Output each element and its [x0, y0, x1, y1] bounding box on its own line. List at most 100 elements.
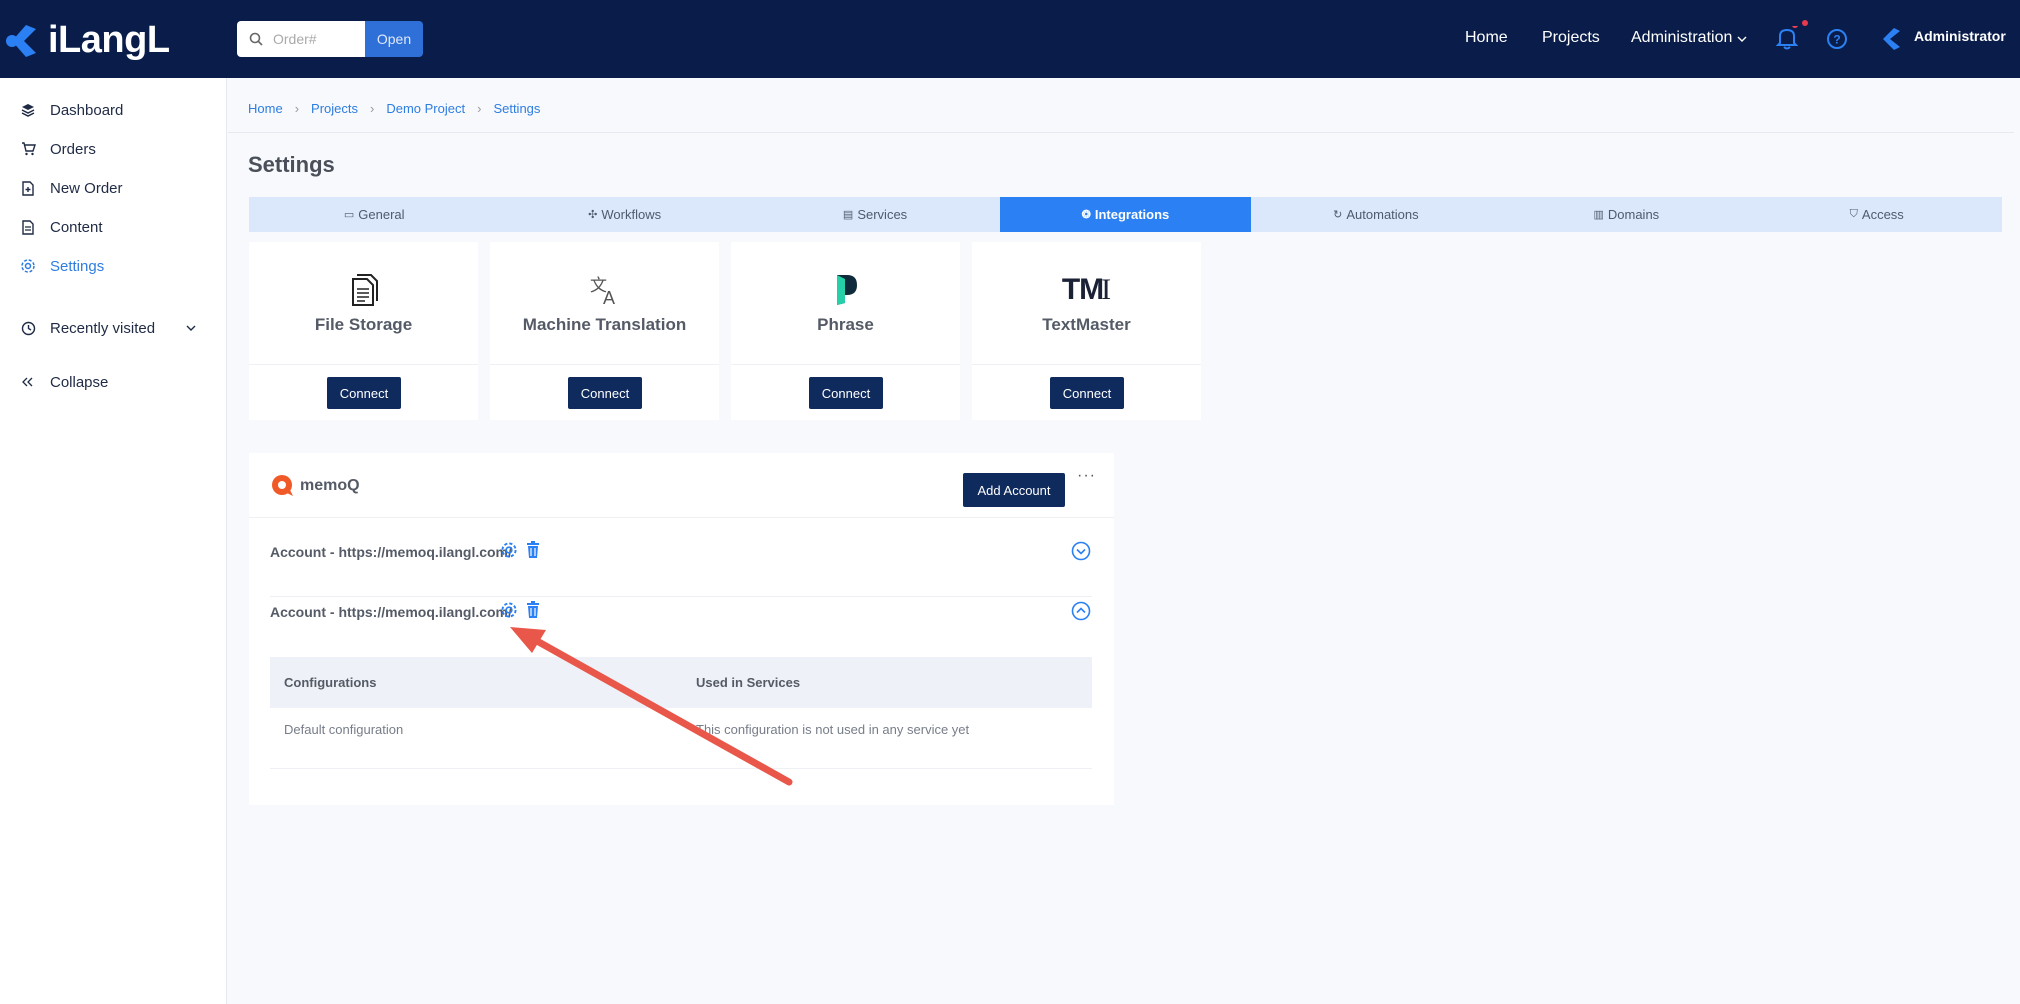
tab-label: Integrations	[1094, 207, 1170, 222]
tab-automations[interactable]: ↻ Automations	[1251, 197, 1501, 232]
tab-label: Domains	[1607, 207, 1660, 222]
workflow-icon: ✣	[588, 209, 598, 221]
building-icon: ▥	[1593, 209, 1604, 221]
translate-icon: 文A	[490, 272, 719, 308]
integration-card-file-storage: File Storage Connect	[249, 242, 478, 420]
nav-administration[interactable]: Administration	[1631, 29, 1732, 47]
tab-access[interactable]: ⛉ Access	[1752, 197, 2002, 232]
divider	[270, 768, 1092, 769]
nav-projects[interactable]: Projects	[1542, 29, 1600, 47]
order-search-input[interactable]	[273, 31, 353, 47]
connect-button[interactable]: Connect	[809, 377, 883, 409]
chevron-up-circle-icon[interactable]	[1071, 601, 1091, 621]
integration-name: TextMaster	[1042, 315, 1131, 334]
sidebar-item-dashboard[interactable]: Dashboard	[20, 98, 123, 122]
sidebar-collapse[interactable]: Collapse	[20, 370, 108, 394]
user-avatar-icon[interactable]	[1880, 24, 1904, 52]
divider	[228, 132, 2014, 133]
trash-icon[interactable]	[526, 601, 540, 619]
configuration-usage: This configuration is not used in any se…	[696, 722, 970, 737]
tab-label: Automations	[1346, 207, 1419, 222]
integration-name: Phrase	[817, 315, 874, 334]
configurations-table-header: Configurations Used in Services	[270, 657, 1092, 708]
breadcrumb-settings[interactable]: Settings	[493, 101, 540, 116]
tab-label: General	[358, 207, 405, 222]
search-icon	[249, 32, 263, 46]
breadcrumb-projects[interactable]: Projects	[311, 101, 358, 116]
memoq-integration-panel: memoQ Add Account ··· Account - https://…	[249, 453, 1114, 805]
connect-button[interactable]: Connect	[1050, 377, 1124, 409]
trash-icon[interactable]	[526, 541, 540, 559]
sidebar-item-label: Collapse	[50, 373, 109, 391]
sidebar-item-label: Dashboard	[50, 101, 124, 119]
history-icon	[20, 320, 36, 336]
file-plus-icon	[20, 180, 36, 196]
account-row[interactable]: Account - https://memoq.ilangl.com/	[270, 588, 1092, 648]
svg-text:?: ?	[1833, 33, 1840, 47]
connect-button[interactable]: Connect	[327, 377, 401, 409]
notifications-button[interactable]	[1775, 20, 1808, 55]
file-storage-icon	[249, 272, 478, 308]
tab-workflows[interactable]: ✣ Workflows	[499, 197, 749, 232]
order-search-box[interactable]	[237, 21, 365, 57]
breadcrumb-home[interactable]: Home	[248, 101, 283, 116]
sidebar-item-label: Content	[50, 218, 103, 236]
help-icon[interactable]: ?	[1826, 28, 1848, 50]
divider	[249, 364, 478, 365]
svg-text:A: A	[603, 288, 615, 306]
tab-services[interactable]: ▤ Services	[750, 197, 1000, 232]
tab-integrations[interactable]: ❂ Integrations	[1000, 197, 1251, 232]
sidebar-item-orders[interactable]: Orders	[20, 137, 96, 161]
double-chevron-left-icon	[20, 374, 36, 390]
page-title: Settings	[248, 152, 335, 177]
integration-name: Machine Translation	[522, 315, 687, 334]
textmaster-logo: TM	[1061, 273, 1104, 306]
brand-name: iLangL	[48, 18, 170, 61]
sidebar-item-content[interactable]: Content	[20, 215, 103, 239]
open-order-button[interactable]: Open	[365, 21, 423, 57]
tab-domains[interactable]: ▥ Domains	[1501, 197, 1751, 232]
user-name[interactable]: Administrator	[1914, 28, 2006, 44]
integration-card-textmaster: TM I TextMaster Connect	[972, 242, 1201, 420]
tab-label: Workflows	[601, 207, 662, 222]
settings-tabs: ▭ General ✣ Workflows ▤ Services ❂ Integrati…	[249, 197, 2002, 232]
sidebar-item-new-order[interactable]: New Order	[20, 176, 123, 200]
sidebar-item-label: Recently visited	[50, 319, 156, 337]
breadcrumb: Home › Projects › Demo Project › Setting…	[248, 101, 540, 116]
tab-general[interactable]: ▭ General	[249, 197, 499, 232]
puzzle-icon: ❂	[1081, 209, 1091, 221]
nav-home[interactable]: Home	[1465, 29, 1508, 47]
chevron-down-icon	[186, 325, 196, 331]
gear-icon[interactable]	[500, 601, 518, 619]
refresh-icon: ↻	[1333, 209, 1343, 221]
account-row[interactable]: Account - https://memoq.ilangl.com/	[270, 528, 1092, 588]
layers-icon	[20, 102, 36, 118]
divider	[972, 364, 1201, 365]
sidebar-item-label: New Order	[50, 179, 123, 197]
account-label: Account - https://memoq.ilangl.com/	[270, 544, 512, 560]
chevron-down-icon[interactable]	[1737, 35, 1747, 43]
chevron-down-circle-icon[interactable]	[1071, 541, 1091, 561]
connect-button[interactable]: Connect	[568, 377, 642, 409]
gear-icon	[20, 258, 36, 274]
breadcrumb-separator: ›	[370, 101, 375, 116]
gear-icon[interactable]	[500, 541, 518, 559]
breadcrumb-separator: ›	[294, 101, 300, 116]
memoq-name: memoQ	[300, 477, 360, 494]
more-options-icon[interactable]: ···	[1077, 467, 1096, 485]
ilangl-logo-icon	[6, 25, 36, 57]
breadcrumb-demo-project[interactable]: Demo Project	[386, 101, 465, 116]
tab-label: Access	[1861, 207, 1904, 222]
breadcrumb-separator: ›	[477, 101, 482, 116]
sidebar-recently-visited[interactable]: Recently visited	[20, 316, 200, 340]
add-account-button[interactable]: Add Account	[963, 473, 1065, 507]
configuration-name: Default configuration	[284, 722, 404, 737]
sidebar-item-settings[interactable]: Settings	[20, 254, 104, 278]
account-label: Account - https://memoq.ilangl.com/	[270, 604, 512, 620]
memoq-header: memoQ Add Account ···	[249, 453, 1114, 518]
shield-check-icon: ⛉	[1849, 208, 1858, 220]
divider	[731, 364, 960, 365]
brand-logo[interactable]: iLangL	[4, 10, 170, 70]
sidebar: Dashboard Orders New Order Content Setti…	[0, 78, 227, 1004]
textmaster-logo-icon: TM I	[972, 272, 1201, 308]
